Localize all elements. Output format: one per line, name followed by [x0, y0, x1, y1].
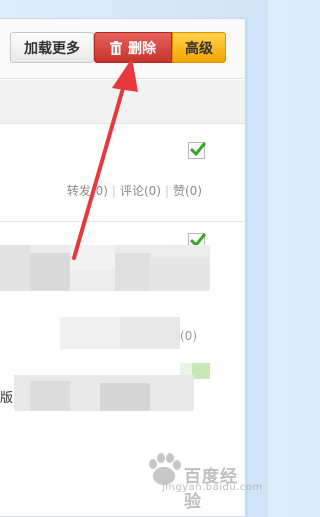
action-toolbar: 加载更多 删除 高级 [0, 19, 245, 79]
delete-label: 删除 [128, 40, 156, 57]
weibo-manage-panel: 加载更多 删除 高级 转发(0) | 评论(0) | 赞(0) (0) 版 [0, 18, 246, 517]
advanced-label: 高级 [185, 40, 213, 57]
post-checkbox[interactable] [188, 142, 206, 159]
load-more-button[interactable]: 加载更多 [10, 32, 94, 63]
advanced-button[interactable]: 高级 [172, 32, 226, 63]
blur-tile [30, 253, 70, 291]
forward-link[interactable]: 转发(0) [67, 184, 108, 198]
load-more-label: 加载更多 [24, 40, 80, 57]
post-row: 转发(0) | 评论(0) | 赞(0) [0, 124, 245, 222]
watermark-url: jingyan.baidu.com [162, 482, 263, 493]
partial-text: 版 [0, 391, 14, 406]
blur-tile [30, 381, 70, 411]
blur-tile [150, 258, 210, 291]
trash-icon [110, 40, 122, 55]
post-actions: 转发(0) | 评论(0) | 赞(0) [66, 184, 202, 198]
blur-tile [192, 363, 210, 379]
comment-link[interactable]: 评论(0) [120, 184, 161, 198]
like-link[interactable]: 赞(0) [173, 184, 202, 198]
blur-tile [115, 253, 150, 291]
partial-count: (0) [180, 329, 197, 343]
blur-tile [70, 245, 115, 270]
filter-bar [0, 80, 245, 124]
blur-tile [100, 383, 150, 411]
baidu-jingyan-watermark: 百度经验 jingyan.baidu.com [140, 448, 262, 512]
check-icon [190, 142, 206, 156]
blur-tile [120, 317, 180, 349]
delete-button[interactable]: 删除 [94, 32, 172, 63]
blur-tile [0, 245, 30, 291]
